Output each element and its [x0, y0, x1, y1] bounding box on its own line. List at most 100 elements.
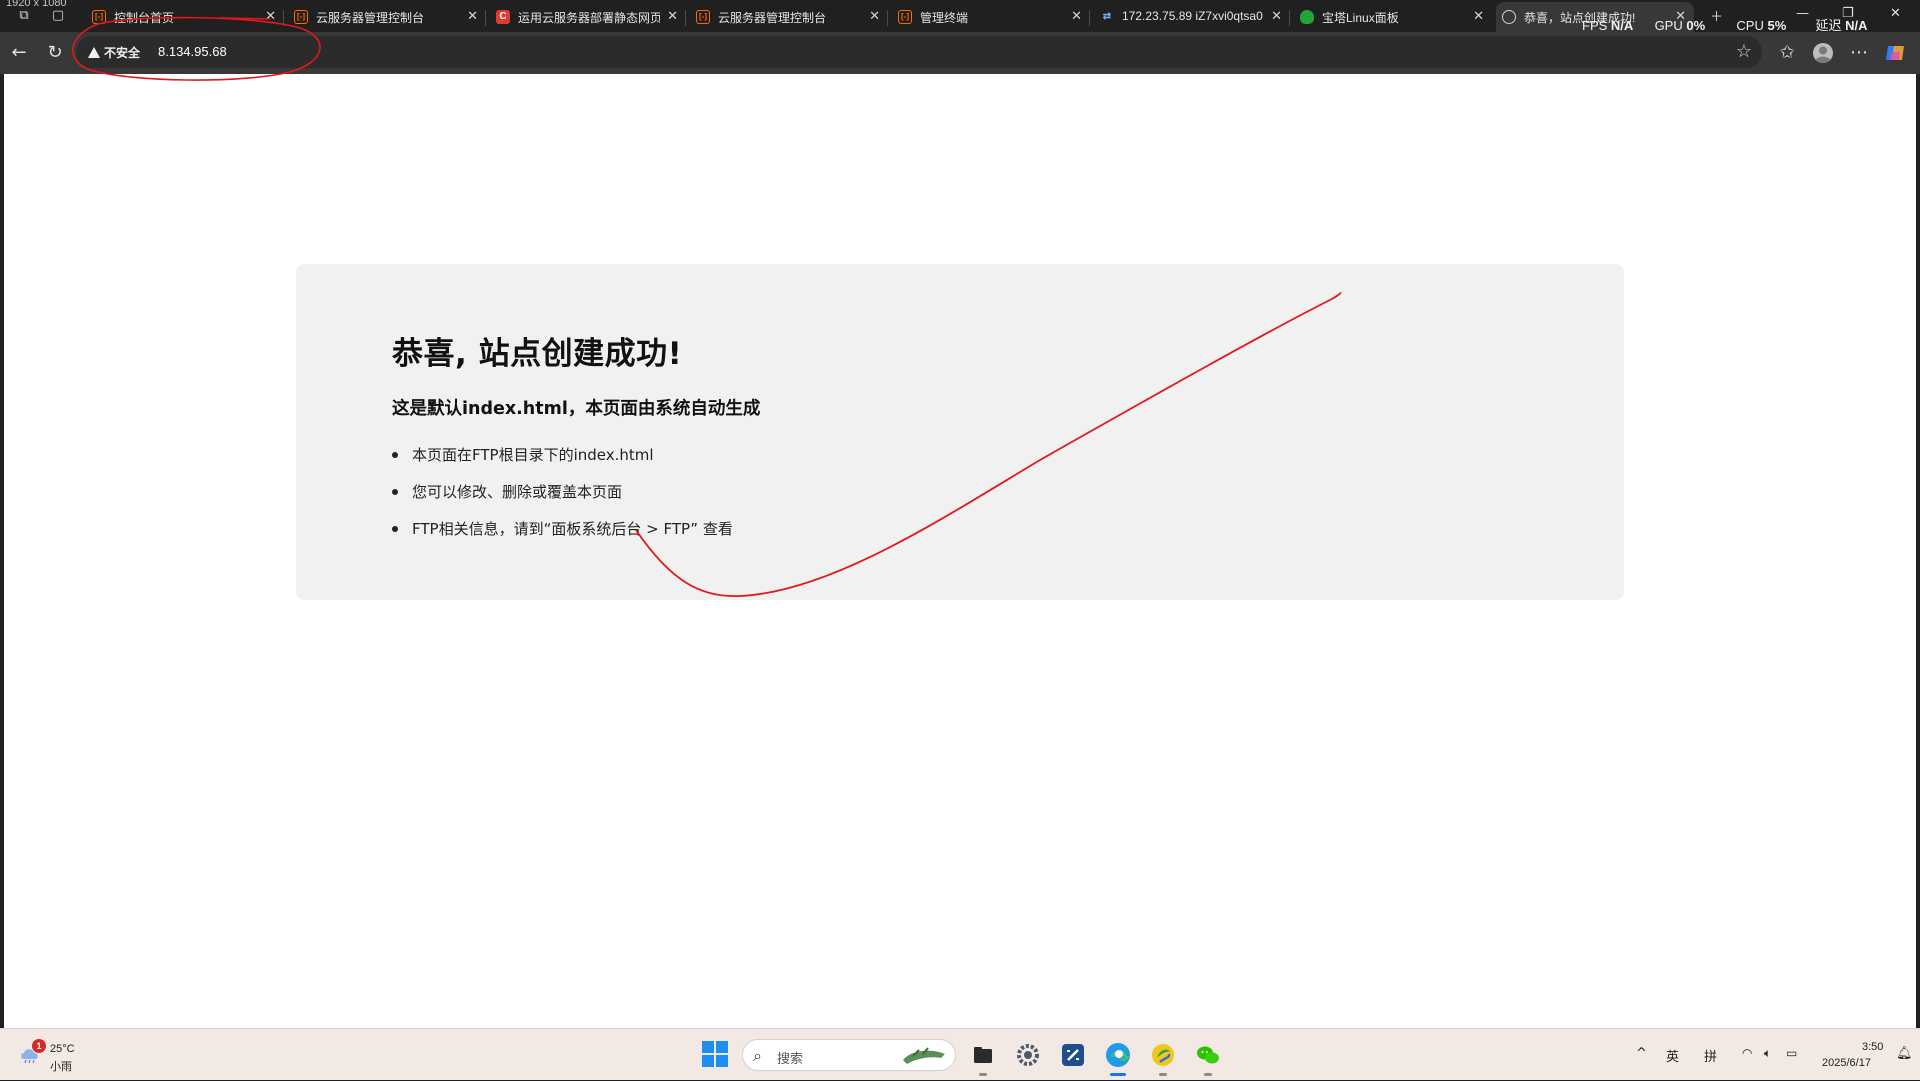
tab-separator [685, 10, 686, 26]
tab-close-icon[interactable]: ✕ [1071, 8, 1082, 24]
list-item: FTP相关信息，请到“面板系统后台 > FTP” 查看 [392, 518, 733, 555]
favorites-icon[interactable]: ✩ [1776, 42, 1798, 64]
file-explorer-icon[interactable] [968, 1040, 998, 1076]
tab-title: 云服务器管理控制台 [316, 11, 425, 25]
search-highlight-icon [903, 1047, 945, 1064]
tab-separator [485, 10, 486, 26]
not-secure-indicator[interactable]: 不安全 [88, 44, 140, 61]
taskbar-search[interactable]: ⌕ 搜索 [742, 1039, 956, 1071]
windows-logo-tile [702, 1041, 714, 1053]
tab-close-icon[interactable]: ✕ [667, 8, 678, 24]
qq-browser-icon[interactable] [1148, 1040, 1178, 1076]
volume-icon[interactable]: 🔈︎ [1764, 1046, 1771, 1061]
info-list: 本页面在FTP根目录下的index.html 您可以修改、删除或覆盖本页面 FT… [392, 444, 733, 555]
running-indicator [1204, 1073, 1212, 1076]
tab-separator [283, 10, 284, 26]
favorite-star-icon[interactable]: ☆ [1736, 41, 1752, 62]
back-arrow-icon[interactable]: ← [8, 42, 30, 64]
copilot-svg [1886, 46, 1904, 60]
windows-logo-tile [716, 1055, 728, 1067]
running-indicator [979, 1073, 987, 1076]
list-item: 您可以修改、删除或覆盖本页面 [392, 481, 733, 518]
tab-close-icon[interactable]: ✕ [869, 8, 880, 24]
cpu-label: CPU [1736, 18, 1764, 33]
tab-management-terminal[interactable]: [-] 管理终端 ✕ [892, 2, 1090, 32]
ime-mode-indicator[interactable]: 拼 [1704, 1046, 1717, 1065]
tab-title: 云服务器管理控制台 [718, 11, 827, 25]
cpu-value: 5% [1767, 18, 1787, 33]
navigation-bar: ← ↻ 不安全 8.134.95.68 ☆ ✩ ⋯ [0, 32, 1920, 74]
clock-date[interactable]: 2025/6/17 [1822, 1057, 1871, 1069]
aliyun-icon: [-] [898, 10, 912, 24]
tab-strip: 1920 x 1080 ⧉ ▢ [-] 控制台首页 ✕ [-] 云服务器管理控制… [0, 0, 1920, 33]
tab-actions-icon[interactable]: ▢ [48, 6, 68, 26]
bt-icon [1300, 10, 1314, 24]
fps-value: N/A [1610, 18, 1634, 33]
running-indicator [1159, 1073, 1167, 1076]
reload-icon[interactable]: ↻ [44, 42, 66, 64]
settings-icon[interactable] [1013, 1040, 1043, 1070]
aliyun-icon: [-] [92, 10, 106, 24]
tab-title: 172.23.75.89 iZ7xvi0qtsa0 [1122, 9, 1263, 23]
tab-csdn-article[interactable]: C 运用云服务器部署静态网页 ✕ [490, 2, 686, 32]
tab-close-icon[interactable]: ✕ [467, 8, 478, 24]
welcome-card: 恭喜, 站点创建成功! 这是默认index.html，本页面由系统自动生成 本页… [296, 264, 1624, 600]
performance-overlay: FPS N/A GPU 0% CPU 5% 延迟 N/A [1582, 15, 1868, 33]
tab-close-icon[interactable]: ✕ [265, 8, 276, 24]
edge-icon[interactable] [1103, 1040, 1133, 1076]
qq-browser-svg [1152, 1044, 1174, 1066]
battery-icon[interactable]: ▭ [1786, 1046, 1797, 1060]
tab-title: 运用云服务器部署静态网页 [518, 11, 660, 25]
tab-separator [1289, 10, 1290, 26]
gpu-value: 0% [1686, 18, 1706, 33]
ime-language-indicator[interactable]: 英 [1666, 1046, 1679, 1065]
start-button[interactable] [702, 1041, 728, 1067]
active-indicator [1110, 1073, 1126, 1076]
tab-ecs-console-1[interactable]: [-] 云服务器管理控制台 ✕ [288, 2, 486, 32]
tab-ssh-session[interactable]: ⇄ 172.23.75.89 iZ7xvi0qtsa0 ✕ [1094, 2, 1290, 32]
aliyun-icon: [-] [696, 10, 710, 24]
taskbar: 1 25°C 小雨 ⌕ 搜索 ^ 英 拼 ◠ 🔈︎ ▭ 3:50 2025/6/… [0, 1028, 1920, 1080]
wechat-svg [1197, 1046, 1219, 1064]
fps-label: FPS [1582, 18, 1608, 33]
globe-icon [1502, 10, 1516, 24]
windows-logo-tile [702, 1055, 714, 1067]
code-editor-svg [1062, 1044, 1084, 1066]
tab-bt-panel[interactable]: 宝塔Linux面板 ✕ [1294, 2, 1492, 32]
weather-widget[interactable]: 1 25°C 小雨 [16, 1039, 86, 1073]
url-text[interactable]: 8.134.95.68 [158, 44, 227, 59]
address-bar[interactable]: 不安全 8.134.95.68 ☆ [76, 36, 1762, 68]
ssh-icon: ⇄ [1102, 11, 1112, 22]
wechat-icon[interactable] [1193, 1040, 1223, 1076]
tab-ecs-console-2[interactable]: [-] 云服务器管理控制台 ✕ [690, 2, 888, 32]
tab-console-home[interactable]: [-] 控制台首页 ✕ [86, 2, 284, 32]
avatar-svg [1813, 43, 1833, 63]
tab-close-icon[interactable]: ✕ [1473, 8, 1484, 24]
search-icon: ⌕ [753, 1046, 762, 1065]
system-tray: ^ 英 拼 ◠ 🔈︎ ▭ 3:50 2025/6/17 🔔︎ [1628, 1029, 1920, 1081]
csdn-icon: C [496, 10, 510, 24]
tab-separator [1089, 10, 1090, 26]
more-menu-icon[interactable]: ⋯ [1848, 42, 1870, 64]
list-item: 本页面在FTP根目录下的index.html [392, 444, 733, 481]
profile-avatar-icon[interactable] [1812, 42, 1834, 64]
copilot-icon[interactable] [1884, 42, 1906, 64]
aliyun-icon: [-] [294, 10, 308, 24]
tab-separator [887, 10, 888, 26]
page-title: 恭喜, 站点创建成功! [392, 336, 683, 372]
weather-description: 小雨 [50, 1060, 72, 1073]
notification-bell-icon[interactable]: 🔔︎ [1896, 1046, 1913, 1061]
code-editor-icon[interactable] [1058, 1040, 1088, 1070]
close-window-icon[interactable]: ✕ [1890, 6, 1901, 21]
wifi-icon[interactable]: ◠ [1742, 1046, 1752, 1060]
latency-label: 延迟 [1815, 18, 1842, 33]
workspaces-icon[interactable]: ⧉ [14, 6, 34, 26]
settings-svg [1017, 1044, 1039, 1066]
tab-close-icon[interactable]: ✕ [1271, 8, 1282, 24]
tab-title: 管理终端 [920, 11, 969, 25]
tab-title: 控制台首页 [114, 11, 175, 25]
clock-time[interactable]: 3:50 [1862, 1041, 1883, 1053]
file-explorer-svg [974, 1047, 992, 1063]
tray-overflow-chevron-icon[interactable]: ^ [1636, 1046, 1647, 1061]
search-placeholder: 搜索 [777, 1052, 804, 1067]
